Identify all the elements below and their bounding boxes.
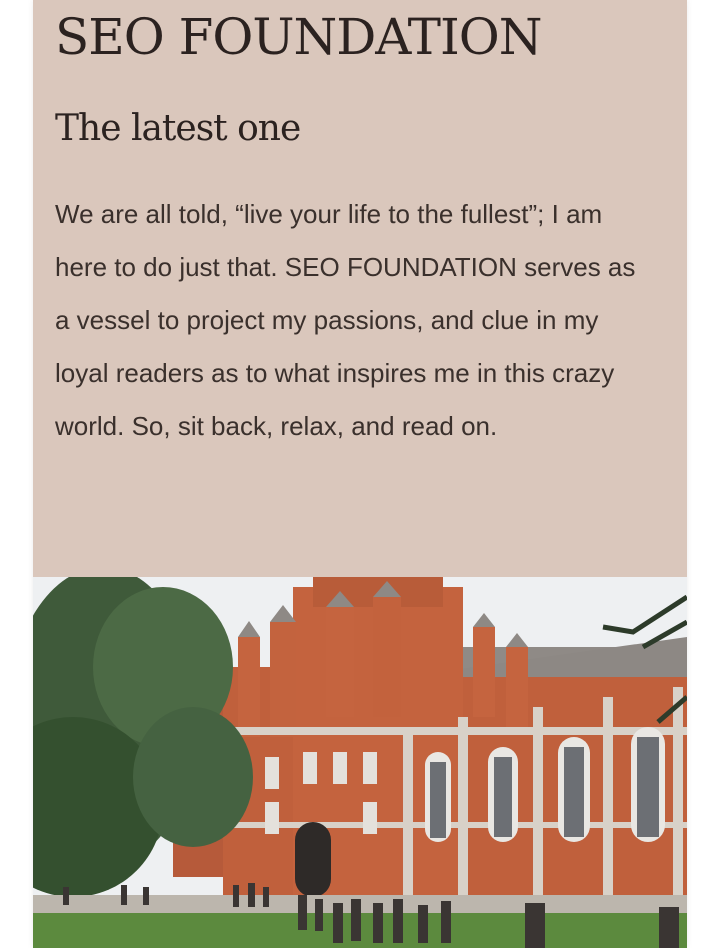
hero-image [33,577,687,948]
post-body: We are all told, “live your life to the … [55,199,636,441]
site-title[interactable]: SEO FOUNDATION [55,8,543,66]
page: SEO FOUNDATION The latest one We are all… [0,0,711,948]
post-title[interactable]: The latest one [55,108,301,149]
intro-card: SEO FOUNDATION The latest one We are all… [33,0,687,948]
